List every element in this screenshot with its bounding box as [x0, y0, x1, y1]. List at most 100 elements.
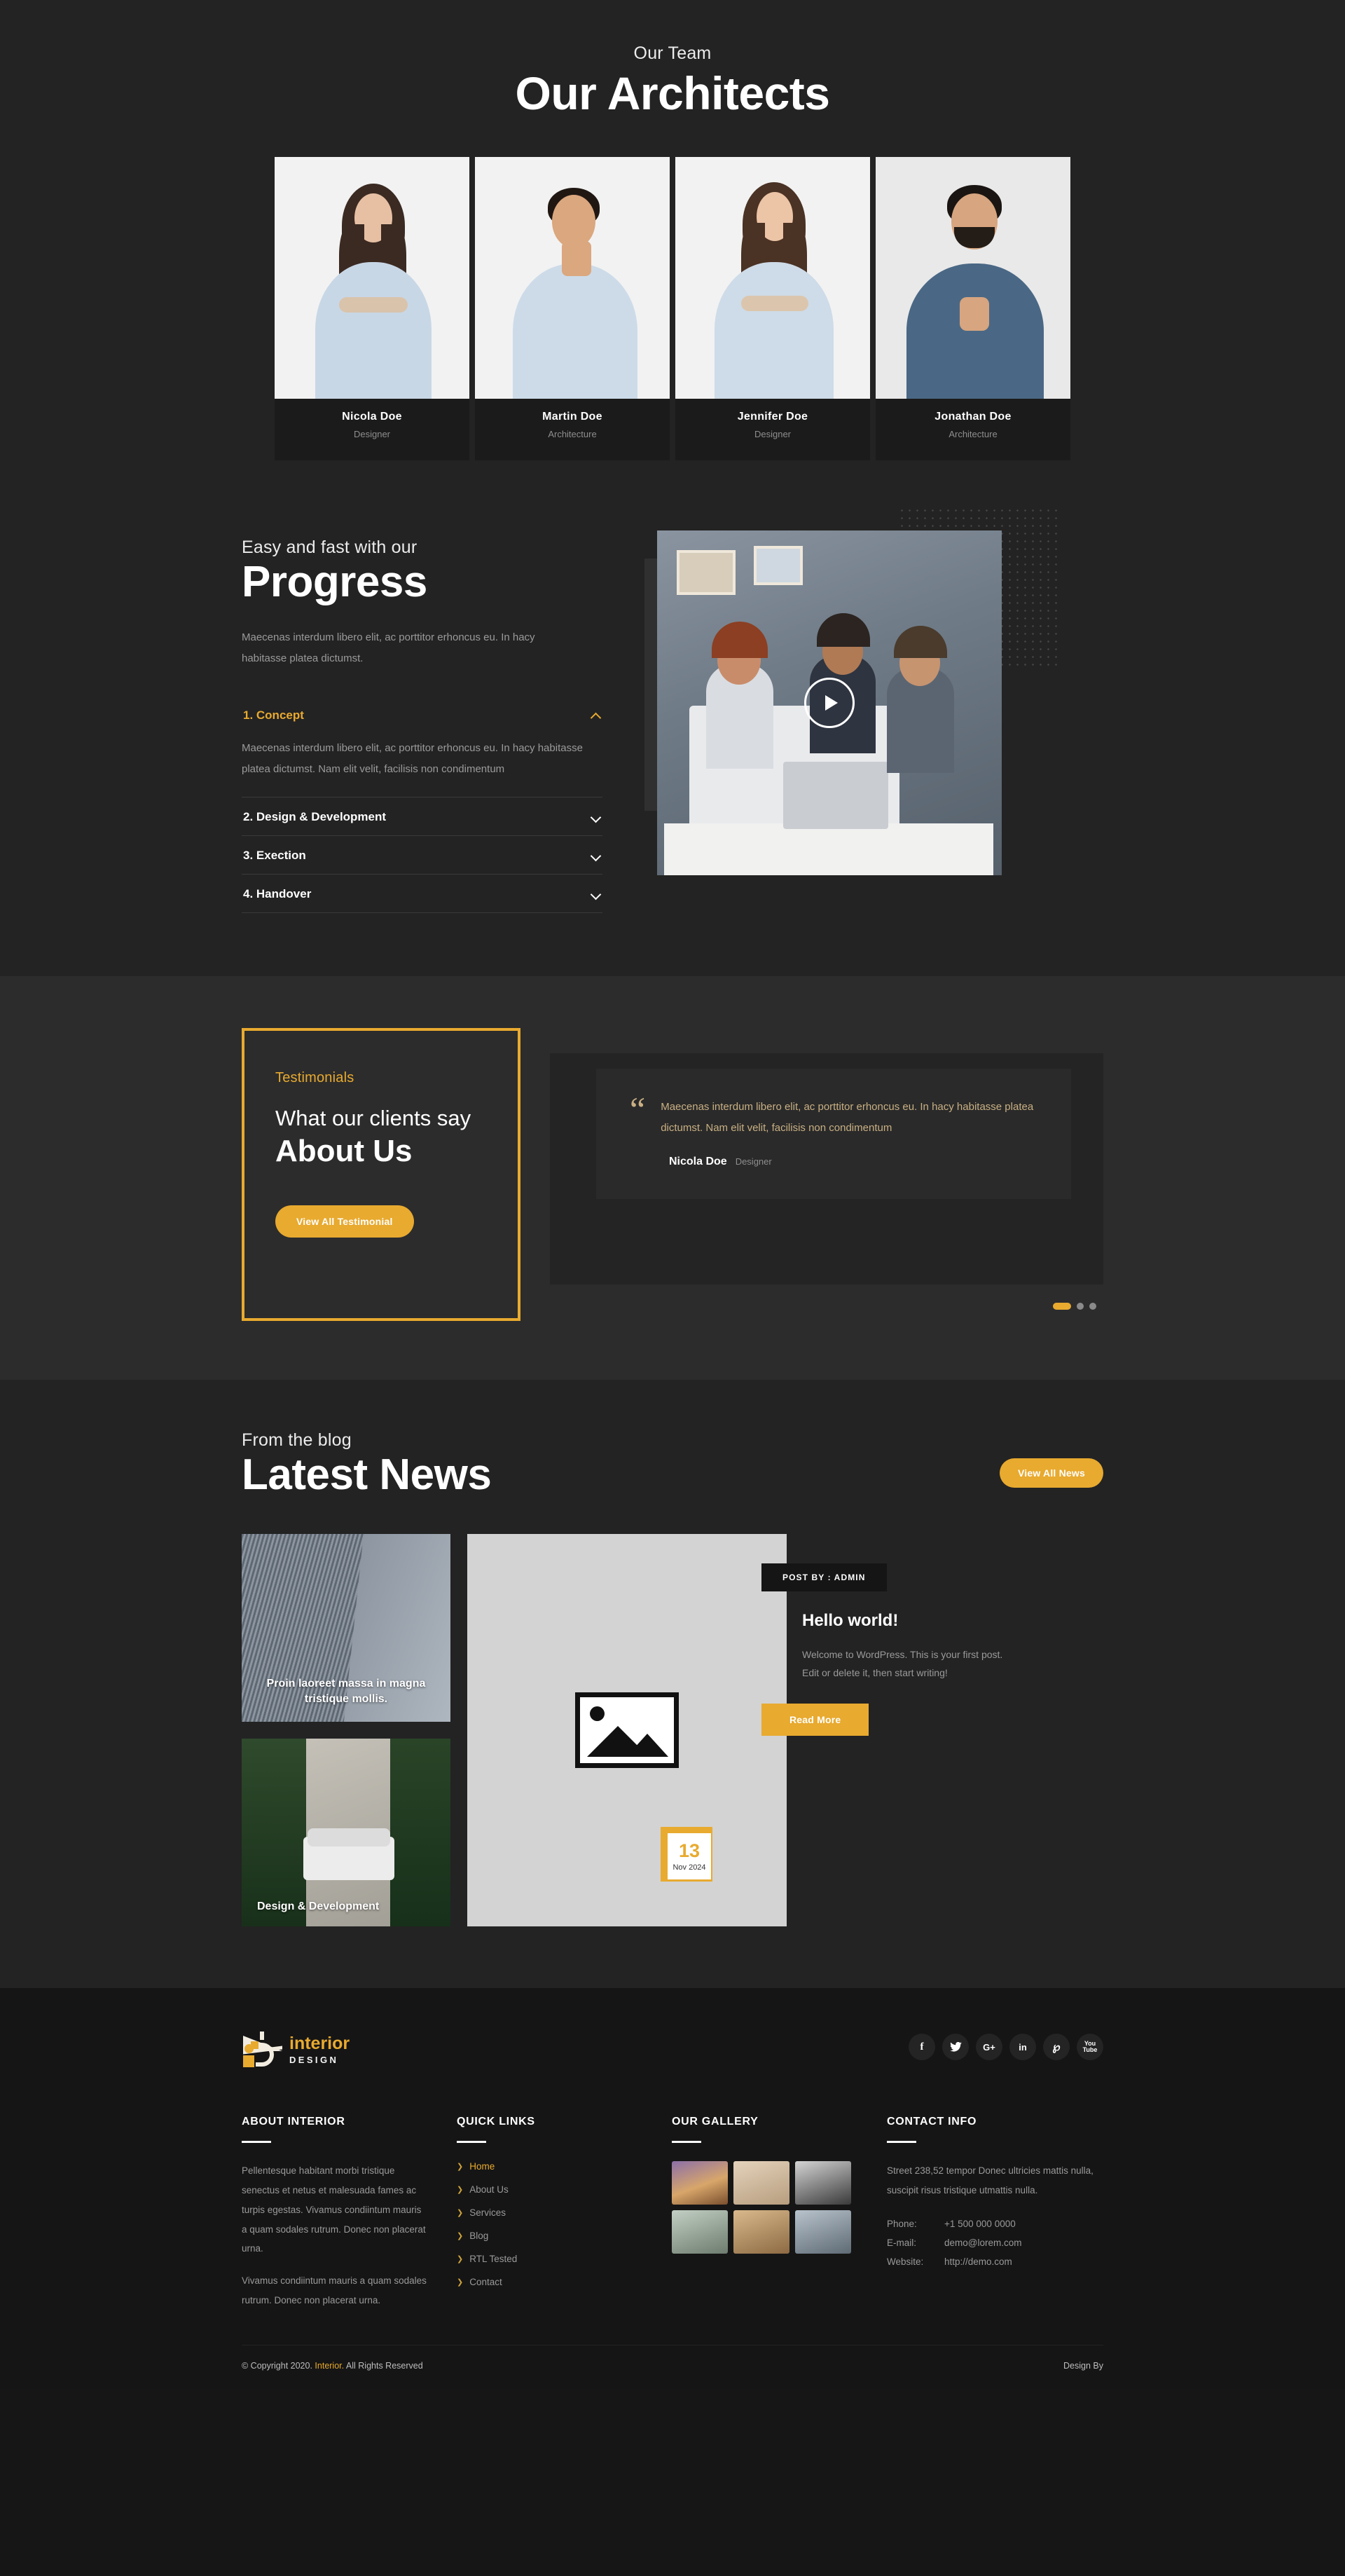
gallery-thumb[interactable]	[733, 2161, 789, 2205]
heading-underline	[457, 2141, 486, 2144]
progress-accordion: 1. Concept Maecenas interdum libero elit…	[242, 696, 602, 914]
carousel-dot-3[interactable]	[1089, 1303, 1096, 1310]
image-placeholder-icon	[575, 1692, 679, 1769]
accordion-header-exection[interactable]: 3. Exection	[242, 836, 602, 874]
testimonial-card: “ Maecenas interdum libero elit, ac port…	[596, 1069, 1071, 1200]
read-more-button[interactable]: Read More	[761, 1704, 869, 1736]
progress-section: Easy and fast with our Progress Maecenas…	[0, 507, 1345, 977]
quick-link-rtl-tested[interactable]: ❯ RTL Tested	[457, 2254, 644, 2264]
quick-link-label: About Us	[469, 2184, 509, 2195]
twitter-icon[interactable]	[942, 2034, 969, 2061]
accordion-header-handover[interactable]: 4. Handover	[242, 875, 602, 912]
accordion-item: 1. Concept Maecenas interdum libero elit…	[242, 696, 602, 798]
blog-card[interactable]: Proin laoreet massa in magna tristique m…	[242, 1534, 450, 1722]
carousel-dot-2[interactable]	[1077, 1303, 1084, 1310]
blog-section: From the blog Latest News View All News …	[0, 1380, 1345, 1989]
testimonial-author: Nicola Doe	[669, 1156, 727, 1168]
accordion-header-concept[interactable]: 1. Concept	[242, 696, 602, 734]
pinterest-icon[interactable]: ℘	[1043, 2034, 1070, 2061]
gallery-thumb[interactable]	[795, 2210, 851, 2254]
contact-value[interactable]: http://demo.com	[944, 2256, 1012, 2267]
quick-link-services[interactable]: ❯ Services	[457, 2207, 644, 2218]
contact-label: Website:	[887, 2256, 924, 2267]
video-thumbnail[interactable]	[657, 530, 1002, 876]
copyright-suffix: All Rights Reserved	[345, 2361, 423, 2371]
design-by-text: Design By	[1063, 2361, 1103, 2371]
contact-row-website: Website: http://demo.com	[887, 2256, 1102, 2267]
progress-title: Progress	[242, 558, 427, 607]
team-photo	[275, 157, 469, 399]
team-title: Our Architects	[515, 67, 830, 119]
contact-value[interactable]: demo@lorem.com	[944, 2238, 1022, 2248]
quick-links-list: ❯ Home ❯ About Us ❯ Services ❯ Blog ❯ RTL Tes…	[457, 2161, 644, 2287]
gallery-thumb[interactable]	[795, 2161, 851, 2205]
heading-underline	[242, 2141, 271, 2144]
youtube-icon[interactable]: You Tube	[1077, 2034, 1103, 2061]
google-plus-icon[interactable]: G+	[976, 2034, 1002, 2061]
testimonials-section: Testimonials What our clients say About …	[0, 976, 1345, 1381]
play-icon	[825, 695, 838, 711]
copyright-prefix: © Copyright 2020.	[242, 2361, 312, 2371]
quick-link-label: Blog	[469, 2231, 489, 2242]
team-member-role: Architecture	[548, 429, 597, 440]
footer-logo[interactable]: interior DESIGN	[242, 2027, 350, 2068]
view-all-testimonial-button[interactable]: View All Testimonial	[275, 1205, 414, 1238]
linkedin-icon[interactable]: in	[1009, 2034, 1036, 2061]
blog-featured-content: POST BY : ADMIN Hello world! Welcome to …	[761, 1563, 1081, 1736]
footer-about-column: ABOUT INTERIOR Pellentesque habitant mor…	[242, 2116, 457, 2310]
team-photo	[675, 157, 870, 399]
blog-featured-image[interactable]	[467, 1534, 787, 1927]
quick-link-contact[interactable]: ❯ Contact	[457, 2277, 644, 2287]
footer-quicklinks-heading: QUICK LINKS	[457, 2116, 535, 2128]
team-photo	[475, 157, 670, 399]
gallery-thumb[interactable]	[733, 2210, 789, 2254]
team-member-role: Architecture	[949, 429, 998, 440]
team-card[interactable]: Martin Doe Architecture	[475, 157, 670, 461]
chevron-down-icon	[591, 889, 601, 899]
chevron-right-icon: ❯	[457, 2209, 464, 2218]
facebook-icon[interactable]: f	[909, 2034, 935, 2061]
team-photo	[876, 157, 1070, 399]
footer-contact-heading: CONTACT INFO	[887, 2116, 977, 2128]
accordion-header-design[interactable]: 2. Design & Development	[242, 797, 602, 835]
progress-media	[644, 507, 1065, 876]
copyright-bar: © Copyright 2020. Interior. All Rights R…	[242, 2345, 1103, 2389]
team-member-name: Martin Doe	[542, 411, 602, 423]
gallery-grid	[672, 2161, 853, 2254]
copyright-text: © Copyright 2020. Interior. All Rights R…	[242, 2361, 423, 2371]
testimonial-subtitle: What our clients say	[275, 1106, 471, 1131]
gallery-thumb[interactable]	[672, 2210, 728, 2254]
footer-address: Street 238,52 tempor Donec ultricies mat…	[887, 2165, 1094, 2196]
post-title[interactable]: Hello world!	[802, 1611, 1081, 1631]
contact-value[interactable]: +1 500 000 0000	[944, 2219, 1016, 2229]
gallery-thumb[interactable]	[672, 2161, 728, 2205]
quote-icon: “	[630, 1090, 646, 1130]
carousel-dot-1[interactable]	[1053, 1303, 1071, 1310]
accordion-label: 3. Exection	[243, 849, 306, 863]
heading-underline	[672, 2141, 701, 2144]
team-member-name: Jonathan Doe	[934, 411, 1012, 423]
quick-link-home[interactable]: ❯ Home	[457, 2161, 644, 2172]
view-all-news-button[interactable]: View All News	[1000, 1458, 1103, 1488]
logo-word-design: DESIGN	[289, 2055, 339, 2066]
accordion-body: Maecenas interdum libero elit, ac portti…	[242, 742, 583, 776]
team-eyebrow: Our Team	[633, 43, 712, 63]
team-member-role: Designer	[353, 429, 391, 440]
team-section: Our Team Our Architects Nicola Doe Desig…	[0, 0, 1345, 516]
post-date-day: 13	[678, 1839, 701, 1861]
page-root: Our Team Our Architects Nicola Doe Desig…	[0, 0, 1345, 2390]
team-card[interactable]: Jennifer Doe Designer	[675, 157, 870, 461]
post-date-badge: 13 Nov 2024	[661, 1827, 712, 1882]
blog-eyebrow: From the blog	[242, 1430, 352, 1451]
quick-link-about-us[interactable]: ❯ About Us	[457, 2184, 644, 2195]
team-card[interactable]: Jonathan Doe Architecture	[876, 157, 1070, 461]
copyright-brand-link[interactable]: Interior.	[315, 2361, 344, 2371]
chevron-right-icon: ❯	[457, 2163, 464, 2172]
quick-link-blog[interactable]: ❯ Blog	[457, 2231, 644, 2241]
testimonial-intro-box: Testimonials What our clients say About …	[242, 1028, 520, 1322]
team-card[interactable]: Nicola Doe Designer	[275, 157, 469, 461]
blog-card[interactable]: Design & Development	[242, 1739, 450, 1927]
play-button[interactable]	[804, 678, 855, 729]
team-member-name: Nicola Doe	[342, 411, 402, 423]
accordion-label: 4. Handover	[243, 887, 312, 901]
